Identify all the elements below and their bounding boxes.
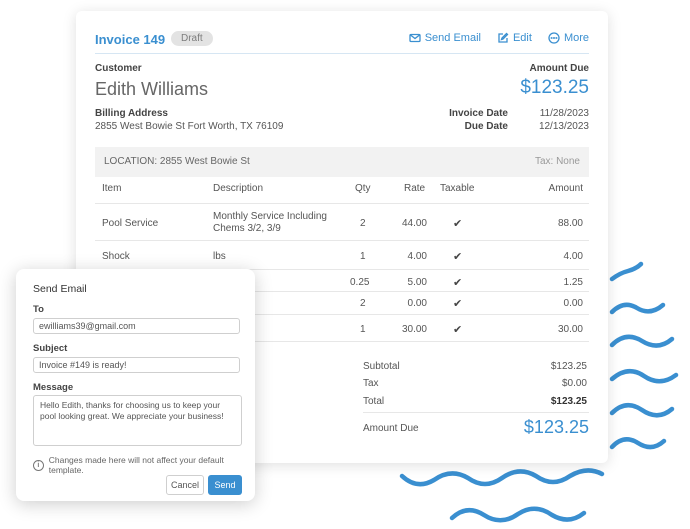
to-field[interactable]: ewilliams39@gmail.com [33, 318, 240, 334]
column-description: Description [213, 183, 264, 194]
edit-label: Edit [512, 32, 532, 44]
tax-value: $0.00 [561, 378, 587, 389]
customer-label: Customer [95, 63, 142, 74]
send-button[interactable]: Send [208, 475, 242, 495]
divider [95, 203, 589, 204]
row-amount: 30.00 [557, 324, 583, 335]
status-badge: Draft [171, 31, 213, 46]
row-rate: 0.00 [407, 298, 427, 309]
row-qty: 1 [360, 324, 366, 335]
column-amount: Amount [548, 183, 583, 194]
tax-text: Tax: None [534, 156, 580, 167]
more-button[interactable]: More [548, 32, 589, 44]
message-field[interactable]: Hello Edith, thanks for choosing us to k… [33, 395, 242, 446]
cancel-button[interactable]: Cancel [166, 475, 204, 495]
envelope-icon [409, 33, 421, 43]
row-qty: 0.25 [350, 277, 370, 288]
amount-due-total-label: Amount Due [363, 423, 419, 434]
edit-icon [498, 32, 509, 43]
info-icon: i [33, 459, 44, 471]
row-qty: 2 [360, 298, 366, 309]
subtotal-value: $123.25 [550, 361, 587, 372]
divider [363, 412, 589, 413]
total-value: $123.25 [550, 396, 587, 407]
row-item: Pool Service [102, 218, 159, 229]
row-description: Monthly Service Including Chems 3/2, 3/9 [213, 211, 327, 234]
row-description: lbs [213, 251, 226, 262]
dialog-title: Send Email [33, 283, 87, 295]
total-label: Total [363, 396, 385, 407]
to-label: To [33, 304, 44, 315]
template-note-text: Changes made here will not affect your d… [48, 455, 224, 475]
invoice-actions: Send Email Edit More [409, 32, 589, 44]
row-qty: 2 [360, 218, 366, 229]
billing-address-label: Billing Address [95, 108, 168, 119]
check-icon: ✔ [453, 218, 463, 230]
row-rate: 44.00 [401, 218, 427, 229]
subject-label: Subject [33, 343, 68, 354]
invoice-date: 11/28/2023 [539, 108, 589, 119]
location-bar: LOCATION: 2855 West Bowie St Tax: None [95, 147, 589, 177]
column-item: Item [102, 183, 122, 194]
amount-due-total-value: $123.25 [523, 417, 589, 437]
row-rate: 30.00 [401, 324, 427, 335]
row-rate: 5.00 [407, 277, 427, 288]
customer-name: Edith Williams [95, 79, 209, 99]
subject-field[interactable]: Invoice #149 is ready! [33, 357, 240, 373]
check-icon: ✔ [453, 251, 463, 263]
divider [95, 240, 589, 241]
row-amount: 4.00 [563, 251, 583, 262]
column-qty: Qty [355, 183, 371, 194]
due-date: 12/13/2023 [538, 121, 589, 132]
tax-label: Tax [363, 378, 379, 389]
check-icon: ✔ [453, 277, 463, 289]
row-amount: 1.25 [563, 277, 583, 288]
check-icon: ✔ [453, 298, 463, 310]
invoice-date-label: Invoice Date [449, 108, 508, 119]
more-label: More [563, 32, 589, 44]
due-date-label: Due Date [464, 121, 508, 132]
subtotal-label: Subtotal [363, 361, 400, 372]
amount-due-label: Amount Due [529, 63, 589, 74]
row-rate: 4.00 [407, 251, 427, 262]
row-amount: 0.00 [563, 298, 583, 309]
invoice-title: Invoice 149 [95, 32, 166, 47]
send-email-dialog: Send Email To ewilliams39@gmail.com Subj… [16, 269, 255, 501]
row-item: Shock [102, 251, 130, 262]
more-icon [548, 32, 560, 44]
column-rate: Rate [404, 183, 426, 194]
column-taxable: Taxable [440, 183, 475, 194]
location-text: LOCATION: 2855 West Bowie St [104, 156, 250, 167]
invoice-header: Invoice 149 Draft Send Email Edit More [95, 31, 589, 54]
row-amount: 88.00 [557, 218, 583, 229]
edit-button[interactable]: Edit [497, 32, 532, 44]
check-icon: ✔ [453, 324, 463, 336]
send-email-label: Send Email [424, 32, 481, 44]
row-qty: 1 [360, 251, 366, 262]
amount-due-value: $123.25 [520, 77, 589, 98]
message-label: Message [33, 382, 74, 393]
template-note: i Changes made here will not affect your… [33, 455, 255, 475]
billing-address: 2855 West Bowie St Fort Worth, TX 76109 [95, 121, 284, 132]
send-email-button[interactable]: Send Email [409, 32, 481, 44]
